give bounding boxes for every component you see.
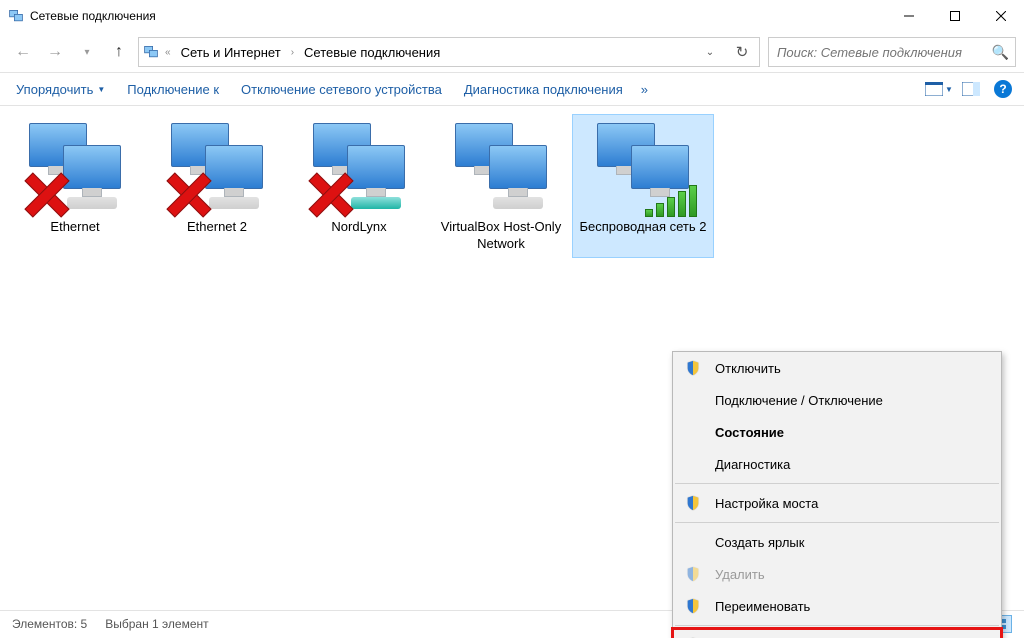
close-button[interactable] bbox=[978, 1, 1024, 31]
location-icon bbox=[143, 44, 159, 60]
cm-label: Переименовать bbox=[715, 599, 810, 614]
cm-create-shortcut[interactable]: Создать ярлык bbox=[673, 526, 1001, 558]
cm-connect-disconnect[interactable]: Подключение / Отключение bbox=[673, 384, 1001, 416]
separator bbox=[675, 483, 999, 484]
cm-properties[interactable]: Свойства bbox=[673, 629, 1001, 638]
connection-icon bbox=[9, 123, 141, 213]
address-bar[interactable]: « Сеть и Интернет › Сетевые подключения … bbox=[138, 37, 760, 67]
shield-icon bbox=[685, 360, 701, 376]
connection-label: VirtualBox Host-Only Network bbox=[435, 219, 567, 253]
disable-device-button[interactable]: Отключение сетевого устройства bbox=[231, 74, 452, 104]
diagnose-button[interactable]: Диагностика подключения bbox=[454, 74, 633, 104]
cm-label: Создать ярлык bbox=[715, 535, 804, 550]
maximize-button[interactable] bbox=[932, 1, 978, 31]
nav-recent-button[interactable]: ▾ bbox=[72, 37, 102, 67]
cm-label: Удалить bbox=[715, 567, 765, 582]
toolbar-label: Диагностика подключения bbox=[464, 82, 623, 97]
cm-rename[interactable]: Переименовать bbox=[673, 590, 1001, 622]
chevron-down-icon: ▼ bbox=[945, 85, 953, 94]
connection-item[interactable]: VirtualBox Host-Only Network bbox=[430, 114, 572, 258]
organize-button[interactable]: Упорядочить ▼ bbox=[6, 74, 115, 104]
context-menu: Отключить Подключение / Отключение Состо… bbox=[672, 351, 1002, 638]
search-input[interactable] bbox=[775, 44, 992, 61]
connection-icon bbox=[577, 123, 709, 213]
separator bbox=[675, 625, 999, 626]
breadcrumb-part[interactable]: Сеть и Интернет bbox=[177, 43, 285, 62]
change-view-button[interactable]: ▼ bbox=[924, 74, 954, 104]
nav-up-button[interactable]: ↑ bbox=[104, 37, 134, 67]
connection-icon bbox=[151, 123, 283, 213]
toolbar-label: Подключение к bbox=[127, 82, 219, 97]
address-row: ← → ▾ ↑ « Сеть и Интернет › Сетевые подк… bbox=[0, 32, 1024, 72]
shield-icon bbox=[685, 495, 701, 511]
connection-item[interactable]: Беспроводная сеть 2 bbox=[572, 114, 714, 258]
shield-icon bbox=[685, 566, 701, 582]
refresh-button[interactable]: ↻ bbox=[729, 39, 755, 65]
help-button[interactable]: ? bbox=[988, 74, 1018, 104]
cm-label: Подключение / Отключение bbox=[715, 393, 883, 408]
connection-label: Беспроводная сеть 2 bbox=[577, 219, 709, 236]
connection-label: NordLynx bbox=[293, 219, 425, 236]
shield-icon bbox=[685, 598, 701, 614]
status-count: Элементов: 5 bbox=[12, 617, 87, 631]
connect-to-button[interactable]: Подключение к bbox=[117, 74, 229, 104]
title-bar: Сетевые подключения bbox=[0, 0, 1024, 32]
search-icon[interactable]: 🔍 bbox=[992, 44, 1009, 61]
chevron-down-icon: ▼ bbox=[97, 85, 105, 94]
connection-item[interactable]: Ethernet bbox=[4, 114, 146, 258]
more-commands-button[interactable]: » bbox=[635, 82, 654, 97]
wifi-signal-icon bbox=[645, 185, 697, 217]
status-selected: Выбран 1 элемент bbox=[105, 617, 208, 631]
cm-bridge[interactable]: Настройка моста bbox=[673, 487, 1001, 519]
connection-icon bbox=[435, 123, 567, 213]
connection-item[interactable]: NordLynx bbox=[288, 114, 430, 258]
cm-label: Отключить bbox=[715, 361, 781, 376]
command-bar: Упорядочить ▼ Подключение к Отключение с… bbox=[0, 72, 1024, 106]
minimize-button[interactable] bbox=[886, 1, 932, 31]
cm-disable[interactable]: Отключить bbox=[673, 352, 1001, 384]
connection-label: Ethernet 2 bbox=[151, 219, 283, 236]
cm-label: Диагностика bbox=[715, 457, 790, 472]
window-title: Сетевые подключения bbox=[30, 9, 886, 23]
separator bbox=[675, 522, 999, 523]
toolbar-label: Отключение сетевого устройства bbox=[241, 82, 442, 97]
window-controls bbox=[886, 1, 1024, 31]
preview-pane-button[interactable] bbox=[956, 74, 986, 104]
history-dropdown-button[interactable]: ⌄ bbox=[697, 39, 723, 65]
nav-forward-button[interactable]: → bbox=[40, 37, 70, 67]
disabled-x-icon bbox=[165, 175, 213, 215]
cm-label: Настройка моста bbox=[715, 496, 818, 511]
cm-label: Состояние bbox=[715, 425, 784, 440]
chevron-right-icon: › bbox=[291, 47, 294, 58]
disabled-x-icon bbox=[23, 175, 71, 215]
toolbar-label: Упорядочить bbox=[16, 82, 93, 97]
disabled-x-icon bbox=[307, 175, 355, 215]
chevron-icon: « bbox=[165, 47, 171, 58]
network-connections-icon bbox=[8, 8, 24, 24]
cm-delete: Удалить bbox=[673, 558, 1001, 590]
nav-back-button[interactable]: ← bbox=[8, 37, 38, 67]
cm-diagnose[interactable]: Диагностика bbox=[673, 448, 1001, 480]
items-view[interactable]: Ethernet Ethernet 2 NordLynx VirtualBox Hos… bbox=[0, 106, 1024, 610]
cm-status[interactable]: Состояние bbox=[673, 416, 1001, 448]
search-box[interactable]: 🔍 bbox=[768, 37, 1016, 67]
connection-icon bbox=[293, 123, 425, 213]
connection-label: Ethernet bbox=[9, 219, 141, 236]
breadcrumb-part[interactable]: Сетевые подключения bbox=[300, 43, 444, 62]
help-icon: ? bbox=[994, 80, 1012, 98]
connection-item[interactable]: Ethernet 2 bbox=[146, 114, 288, 258]
